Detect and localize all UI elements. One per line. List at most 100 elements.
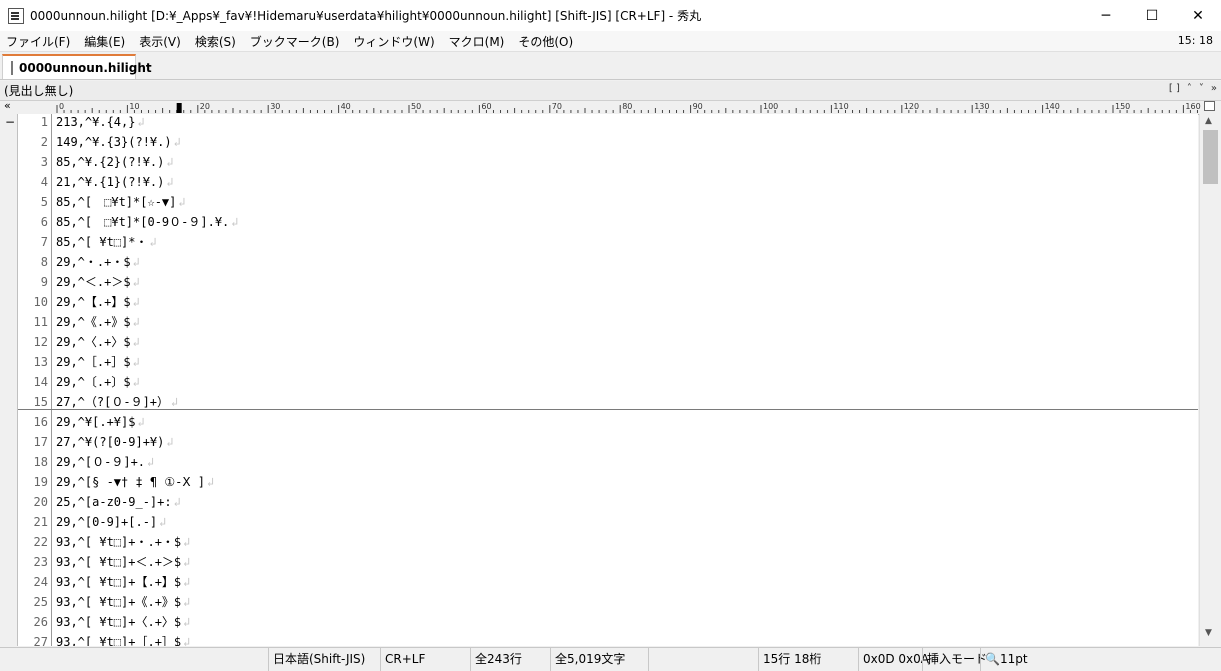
- eol-marker-icon: ↲: [173, 495, 181, 509]
- line-text[interactable]: 29,^〈.+〉$ ↲: [56, 332, 140, 352]
- close-button[interactable]: ✕: [1175, 0, 1221, 31]
- line-number: 18: [33, 455, 48, 469]
- text-line[interactable]: 9 29,^＜.+＞$ ↲: [18, 272, 1198, 292]
- text-line[interactable]: 17 27,^¥(?[0-9]+¥) ↲: [18, 432, 1198, 452]
- menu-macro[interactable]: マクロ(M): [442, 33, 512, 50]
- text-line[interactable]: 20 25,^[a-z0-9_-]+: ↲: [18, 492, 1198, 512]
- line-text[interactable]: 93,^[ ¥t⬚]+＜.+＞$ ↲: [56, 552, 190, 572]
- line-text[interactable]: 85,^[ ⬚¥t]*[0-9０-９].¥. ↲: [56, 212, 239, 232]
- ruler-menu-icon[interactable]: [1204, 101, 1215, 111]
- menu-search[interactable]: 検索(S): [188, 33, 243, 50]
- line-text[interactable]: 85,^[ ¥t⬚]*・ ↲: [56, 232, 157, 252]
- menu-edit[interactable]: 編集(E): [77, 33, 132, 50]
- line-text[interactable]: 29,^・.+・$ ↲: [56, 252, 140, 272]
- line-text[interactable]: 27,^¥(?[0-9]+¥) ↲: [56, 432, 174, 452]
- text-line[interactable]: 7 85,^[ ¥t⬚]*・ ↲: [18, 232, 1198, 252]
- outline-up-icon[interactable]: ˄: [1187, 83, 1192, 94]
- outline-more-icon[interactable]: »: [1211, 83, 1217, 94]
- text-line[interactable]: 1 213,^¥.{4,} ↲: [18, 114, 1198, 132]
- menu-bookmark[interactable]: ブックマーク(B): [243, 33, 347, 50]
- outline-label[interactable]: (見出し無し): [4, 82, 73, 99]
- app-icon[interactable]: [8, 7, 24, 24]
- text-line[interactable]: 27 93,^[ ¥t⬚]+［.+］$ ↲: [18, 632, 1198, 646]
- line-number: 7: [40, 235, 48, 249]
- text-line[interactable]: 10 29,^【.+】$ ↲: [18, 292, 1198, 312]
- line-text[interactable]: 93,^[ ¥t⬚]+【.+】$ ↲: [56, 572, 190, 592]
- text-line[interactable]: 19 29,^[§ -▼† ‡ ¶ ①-Ⅹ ] ↲: [18, 472, 1198, 492]
- text-line[interactable]: 14 29,^〔.+〕$ ↲: [18, 372, 1198, 392]
- text-line[interactable]: 12 29,^〈.+〉$ ↲: [18, 332, 1198, 352]
- status-zoom[interactable]: 🔍11pt: [980, 648, 1028, 671]
- text-line[interactable]: 6 85,^[ ⬚¥t]*[0-9０-９].¥. ↲: [18, 212, 1198, 232]
- line-text[interactable]: 21,^¥.{1}(?!¥.) ↲: [56, 172, 174, 192]
- text-line[interactable]: 24 93,^[ ¥t⬚]+【.+】$ ↲: [18, 572, 1198, 592]
- line-number: 9: [40, 275, 48, 289]
- menu-window[interactable]: ウィンドウ(W): [346, 33, 441, 50]
- tab-label: 0000unnoun.hilight: [19, 60, 152, 75]
- line-text[interactable]: 85,^¥.{2}(?!¥.) ↲: [56, 152, 174, 172]
- fold-marker-icon[interactable]: −: [5, 115, 15, 129]
- text-line[interactable]: 26 93,^[ ¥t⬚]+〈.+〉$ ↲: [18, 612, 1198, 632]
- scroll-up-icon[interactable]: ▲: [1205, 116, 1212, 126]
- text-line[interactable]: 8 29,^・.+・$ ↲: [18, 252, 1198, 272]
- tab-file[interactable]: 0000unnoun.hilight: [2, 54, 152, 79]
- text-line[interactable]: 11 29,^《.+》$ ↲: [18, 312, 1198, 332]
- line-text[interactable]: 29,^[０-９]+. ↲: [56, 452, 154, 472]
- line-number: 2: [40, 135, 48, 149]
- line-text[interactable]: 29,^〔.+〕$ ↲: [56, 372, 140, 392]
- text-line[interactable]: 4 21,^¥.{1}(?!¥.) ↲: [18, 172, 1198, 192]
- editor-area[interactable]: 1 213,^¥.{4,} ↲ 2 149,^¥.{3}(?!¥.) ↲ 3 85,^¥.{2…: [18, 114, 1198, 646]
- scroll-down-icon[interactable]: ▼: [1205, 628, 1212, 638]
- ruler-label: 50: [411, 102, 421, 111]
- status-total-chars: 全5,019文字: [550, 648, 647, 671]
- eol-marker-icon: ↲: [132, 315, 140, 329]
- ruler-scale: 0 10 20 30 40 50 60 70 80 90 100 110 120 130 140 150 160: [56, 102, 1201, 113]
- text-line[interactable]: 16 29,^¥[.+¥]$ ↲: [18, 412, 1198, 432]
- text-line[interactable]: 18 29,^[０-９]+. ↲: [18, 452, 1198, 472]
- line-text[interactable]: 29,^【.+】$ ↲: [56, 292, 140, 312]
- status-encoding[interactable]: 日本語(Shift-JIS): [268, 648, 379, 671]
- menu-other[interactable]: その他(O): [511, 33, 580, 50]
- status-newline[interactable]: CR+LF: [380, 648, 469, 671]
- line-text[interactable]: 149,^¥.{3}(?!¥.) ↲: [56, 132, 181, 152]
- ruler[interactable]: « 0 10 20 30 40 50 60 70 80 90 100 110 120 130 140 150 1…: [0, 99, 1221, 115]
- text-line[interactable]: 2 149,^¥.{3}(?!¥.) ↲: [18, 132, 1198, 152]
- line-text[interactable]: 29,^[0-9]+[.-] ↲: [56, 512, 166, 532]
- menu-view[interactable]: 表示(V): [132, 33, 188, 50]
- minimize-button[interactable]: ─: [1083, 0, 1129, 31]
- line-text[interactable]: 93,^[ ¥t⬚]+［.+］$ ↲: [56, 632, 190, 646]
- line-text[interactable]: 93,^[ ¥t⬚]+〈.+〉$ ↲: [56, 612, 190, 632]
- eol-marker-icon: ↲: [171, 395, 179, 409]
- status-mode[interactable]: 挿入モード: [922, 648, 987, 671]
- line-text[interactable]: 29,^＜.+＞$ ↲: [56, 272, 140, 292]
- maximize-button[interactable]: ☐: [1129, 0, 1175, 31]
- status-position[interactable]: 15行 18桁: [758, 648, 857, 671]
- vertical-scrollbar[interactable]: ▲ ▼: [1199, 114, 1221, 646]
- line-text[interactable]: 93,^[ ¥t⬚]+・.+・$ ↲: [56, 532, 190, 552]
- line-number: 6: [40, 215, 48, 229]
- text-line[interactable]: 22 93,^[ ¥t⬚]+・.+・$ ↲: [18, 532, 1198, 552]
- line-text[interactable]: 29,^《.+》$ ↲: [56, 312, 140, 332]
- line-text[interactable]: 29,^¥[.+¥]$ ↲: [56, 412, 145, 432]
- line-text[interactable]: 213,^¥.{4,} ↲: [56, 114, 145, 132]
- text-line[interactable]: 3 85,^¥.{2}(?!¥.) ↲: [18, 152, 1198, 172]
- line-text[interactable]: 93,^[ ¥t⬚]+《.+》$ ↲: [56, 592, 190, 612]
- text-line[interactable]: 23 93,^[ ¥t⬚]+＜.+＞$ ↲: [18, 552, 1198, 572]
- line-number: 8: [40, 255, 48, 269]
- menu-file[interactable]: ファイル(F): [0, 33, 77, 50]
- outline-down-icon[interactable]: ˅: [1199, 83, 1204, 94]
- text-line[interactable]: 25 93,^[ ¥t⬚]+《.+》$ ↲: [18, 592, 1198, 612]
- fold-strip[interactable]: −: [0, 114, 18, 646]
- outline-bracket-icon[interactable]: [ ]: [1169, 83, 1180, 94]
- line-number: 13: [33, 355, 48, 369]
- scroll-thumb[interactable]: [1203, 130, 1218, 184]
- line-text[interactable]: 29,^[§ -▼† ‡ ¶ ①-Ⅹ ] ↲: [56, 472, 214, 492]
- text-line[interactable]: 5 85,^[ ⬚¥t]*[☆-▼] ↲: [18, 192, 1198, 212]
- text-line[interactable]: 13 29,^［.+］$ ↲: [18, 352, 1198, 372]
- line-text[interactable]: 29,^［.+］$ ↲: [56, 352, 140, 372]
- ruler-label: 0: [59, 102, 64, 111]
- text-line[interactable]: 21 29,^[0-9]+[.-] ↲: [18, 512, 1198, 532]
- line-text[interactable]: 85,^[ ⬚¥t]*[☆-▼] ↲: [56, 192, 186, 212]
- split-divider[interactable]: [18, 409, 1198, 410]
- line-text[interactable]: 25,^[a-z0-9_-]+: ↲: [56, 492, 181, 512]
